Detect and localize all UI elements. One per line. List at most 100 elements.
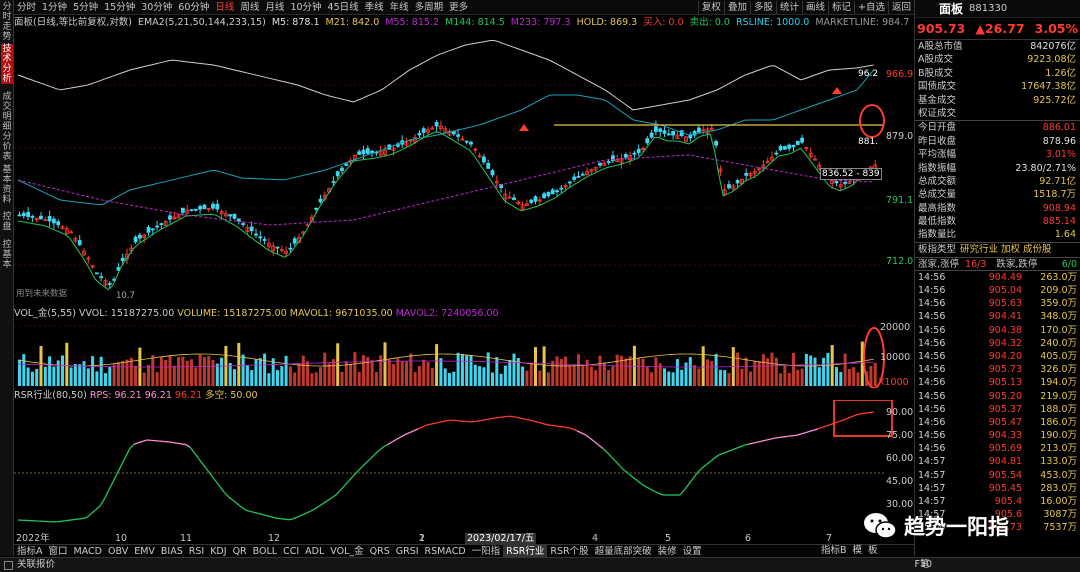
candle — [73, 236, 78, 244]
volume-bar — [116, 362, 120, 386]
tab-timeshare[interactable]: 分时走势 — [1, 2, 13, 42]
period-2[interactable]: 5分钟 — [70, 0, 101, 15]
candle-body — [542, 193, 546, 199]
rsr-segment — [533, 420, 539, 424]
period-1[interactable]: 1分钟 — [39, 0, 70, 15]
period-0[interactable]: 分时 — [14, 0, 39, 15]
board-type-value[interactable]: 研究行业 加权 成份股 — [960, 243, 1052, 257]
candle-body — [232, 213, 237, 219]
indicator-tab-20[interactable]: 装修 — [655, 545, 680, 558]
volume-bar — [52, 366, 56, 386]
period-4[interactable]: 30分钟 — [138, 0, 175, 15]
indicator-tab-10[interactable]: CCI — [280, 545, 302, 558]
tick-row: 14:56 904.32 240.0万 — [915, 337, 1080, 350]
tool-5[interactable]: 标记 — [828, 1, 854, 14]
indicator-tab-18[interactable]: RSR个股 — [547, 545, 591, 558]
rsr-segment — [860, 412, 866, 415]
buy-marker — [519, 124, 529, 131]
candle — [86, 255, 91, 264]
indicator-tab-14[interactable]: GRSI — [393, 545, 422, 558]
tick-list[interactable]: 14:56 904.49 263.0万 14:56 905.04 209.0万 14:56 9… — [915, 271, 1080, 535]
volume-bar — [142, 372, 146, 386]
period-6[interactable]: 日线 — [212, 0, 237, 15]
candle — [357, 149, 362, 155]
indicator-tab-1[interactable]: 窗口 — [46, 545, 71, 558]
tool-7[interactable]: 返回 — [887, 1, 914, 14]
period-5[interactable]: 60分钟 — [175, 0, 212, 15]
tab-control-basic[interactable]: 控基本 — [1, 240, 13, 270]
rsr-segment — [142, 439, 148, 442]
candle — [520, 201, 525, 211]
indicator-tab-11[interactable]: ADL — [302, 545, 327, 558]
tick-volume: 240.0万 — [1040, 337, 1077, 349]
indicator-tab-4[interactable]: EMV — [131, 545, 158, 558]
indicator-tab-16[interactable]: 一阳指 — [469, 545, 504, 558]
period-12[interactable]: 年线 — [387, 0, 412, 15]
tool-1[interactable]: 叠加 — [723, 1, 750, 14]
candle — [69, 229, 73, 234]
indicator-tab-7[interactable]: KDJ — [207, 545, 229, 558]
indicator-tab-19[interactable]: 超量底部突破 — [592, 545, 655, 558]
tool-0[interactable]: 复权 — [697, 1, 724, 14]
rsr-segment — [400, 434, 406, 438]
candle-body — [568, 181, 572, 184]
indicator-tab-3[interactable]: OBV — [105, 545, 131, 558]
rsr-chart[interactable] — [14, 400, 914, 533]
candle — [443, 126, 448, 133]
period-9[interactable]: 10分钟 — [287, 0, 324, 15]
volume-chart[interactable] — [14, 320, 914, 388]
indicator-tab-2[interactable]: MACD — [71, 545, 105, 558]
indicator-tab-15[interactable]: RSMACD — [422, 545, 469, 558]
indicator-tab-17[interactable]: RSR行业 — [503, 544, 548, 558]
indicator-tab-21[interactable]: 设置 — [680, 545, 705, 558]
rsr-segment — [340, 484, 346, 491]
rsr-segment — [649, 488, 655, 492]
indicator-tab-5[interactable]: BIAS — [158, 545, 186, 558]
tab-technical-analysis[interactable]: 技术分析 — [1, 44, 13, 84]
indicator-tab-13[interactable]: QRS — [367, 545, 393, 558]
volume-bar — [310, 373, 314, 386]
period-14[interactable]: 更多 — [446, 0, 471, 15]
indicator-tab-right-2[interactable]: 板 — [865, 544, 881, 557]
tick-volume: 194.0万 — [1040, 377, 1077, 389]
tool-2[interactable]: 多股 — [749, 1, 776, 14]
x-axis: 2022年 10 11 12 1 2 2023/02/17/五 4 5 6 7 — [14, 533, 894, 544]
indicator-tab-12[interactable]: VOL_金 — [327, 545, 366, 558]
candle — [245, 224, 250, 235]
candle-body — [572, 176, 577, 180]
tab-control[interactable]: 控盘 — [1, 212, 13, 232]
candle — [765, 157, 770, 164]
volume-bar — [121, 360, 125, 386]
volume-bar — [675, 359, 679, 386]
tool-4[interactable]: 画线 — [801, 1, 828, 14]
tab-price-table[interactable]: 分价表 — [1, 132, 13, 162]
period-7[interactable]: 周线 — [237, 0, 262, 15]
indicator-tab-9[interactable]: BOLL — [250, 545, 280, 558]
x-label: 5 — [665, 533, 672, 544]
tick-row: 14:57 905.54 453.0万 — [915, 469, 1080, 482]
info-value: 1.26亿 — [1045, 67, 1076, 79]
legend-buy: 买入: 0.0 — [643, 17, 684, 28]
tool-6[interactable]: +自选 — [854, 1, 888, 14]
info-row: 今日开盘 886.01 — [915, 121, 1080, 134]
vol-mavol2: MAVOL2: 7240056.00 — [395, 308, 499, 319]
tick-volume: 188.0万 — [1040, 403, 1077, 415]
indicator-tab-8[interactable]: QR — [230, 545, 250, 558]
tab-fundamentals[interactable]: 基本资料 — [1, 165, 13, 205]
indicator-tab-6[interactable]: RSI — [186, 545, 207, 558]
candle — [17, 211, 22, 217]
x-label: 4 — [592, 533, 599, 544]
indicator-tab-right-0[interactable]: 指标B — [818, 544, 850, 557]
period-8[interactable]: 月线 — [262, 0, 287, 15]
tool-3[interactable]: 统计 — [775, 1, 802, 14]
period-10[interactable]: 45日线 — [325, 0, 362, 15]
status-left[interactable]: 关联报价 — [17, 558, 55, 572]
period-13[interactable]: 多周期 — [412, 0, 447, 15]
period-11[interactable]: 季线 — [362, 0, 387, 15]
volume-bar — [400, 360, 404, 386]
indicator-tab-0[interactable]: 指标A — [14, 545, 46, 558]
price-chart[interactable] — [14, 30, 914, 300]
indicator-tab-right-1[interactable]: 模 — [850, 544, 866, 557]
period-3[interactable]: 15分钟 — [101, 0, 138, 15]
tab-trade-details[interactable]: 成交明细 — [1, 92, 13, 132]
